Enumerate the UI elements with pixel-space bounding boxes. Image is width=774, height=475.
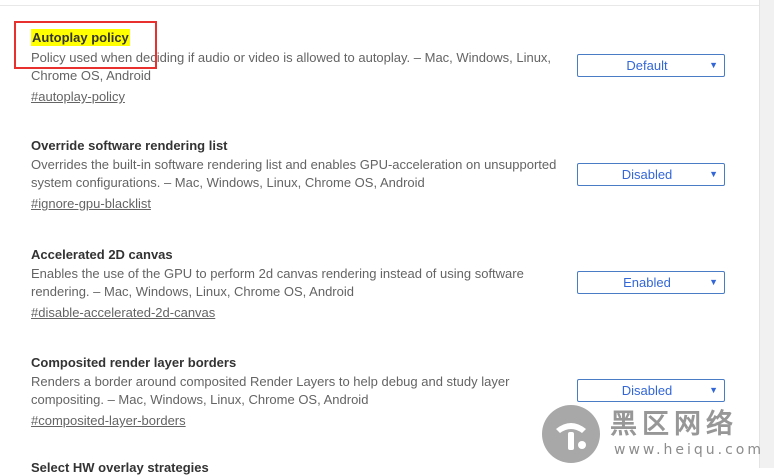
flag-title: Composited render layer borders [31,355,237,370]
accelerated-2d-canvas-select[interactable]: Enabled ▼ [577,271,725,294]
flag-permalink[interactable]: #composited-layer-borders [31,412,186,430]
flag-description: Renders a border around composited Rende… [31,374,510,407]
select-value: Default [626,58,668,73]
composited-layer-borders-select[interactable]: Disabled ▼ [577,379,725,402]
caret-down-icon: ▼ [709,277,718,287]
flag-accelerated-2d-canvas: Accelerated 2D canvas Enables the use of… [31,246,571,322]
watermark-url: www.heiqu.com [614,442,765,458]
watermark: 黑区网络 www.heiqu.com [540,400,774,468]
flag-description: Enables the use of the GPU to perform 2d… [31,266,524,299]
flag-description: Overrides the built-in software renderin… [31,157,557,190]
flag-ignore-gpu-blacklist: Override software rendering list Overrid… [31,137,571,213]
caret-down-icon: ▼ [709,385,718,395]
caret-down-icon: ▼ [709,60,718,70]
watermark-logo-icon [542,405,600,463]
select-value: Disabled [621,167,673,182]
top-rule [0,0,760,6]
flag-title: Override software rendering list [31,138,228,153]
select-value: Disabled [621,383,673,398]
select-value: Enabled [623,275,671,290]
flag-composited-layer-borders: Composited render layer borders Renders … [31,354,571,430]
caret-down-icon: ▼ [709,169,718,179]
flag-permalink[interactable]: #autoplay-policy [31,88,125,106]
ignore-gpu-blacklist-select[interactable]: Disabled ▼ [577,163,725,186]
flag-permalink[interactable]: #ignore-gpu-blacklist [31,195,151,213]
scrollbar-track[interactable] [759,0,774,468]
autoplay-policy-select[interactable]: Default ▼ [577,54,725,77]
annotation-highlight-box [14,21,157,69]
watermark-text: 黑区网络 [610,409,738,440]
flag-permalink[interactable]: #disable-accelerated-2d-canvas [31,304,215,322]
flag-title: Accelerated 2D canvas [31,247,173,262]
